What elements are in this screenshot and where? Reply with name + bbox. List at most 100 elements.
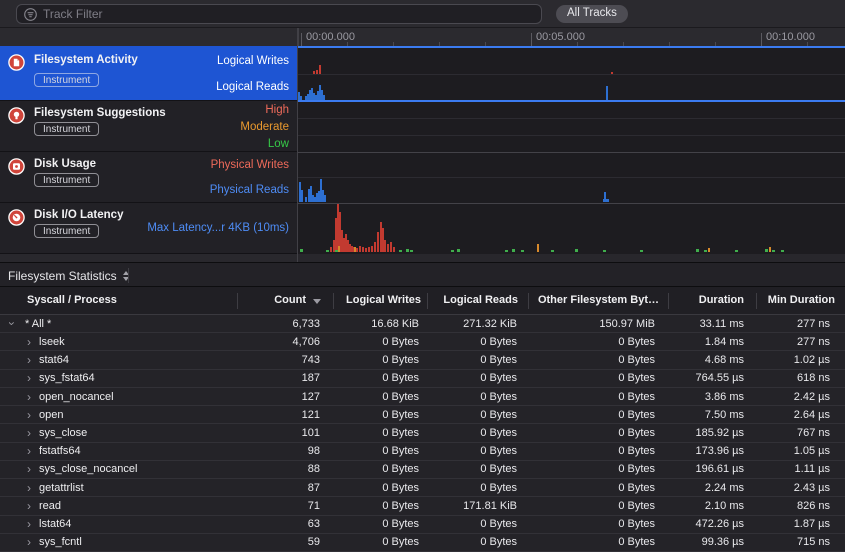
cell-value: 0 Bytes [618, 463, 655, 475]
disclosure-collapsed-icon[interactable]: › [27, 410, 31, 420]
table-row-sys-fcntl[interactable]: ›sys_fcntl590 Bytes0 Bytes0 Bytes99.36 µ… [0, 534, 845, 552]
track-graph-area[interactable] [298, 46, 845, 262]
graph-bar [406, 249, 409, 252]
lane-label-high: High [265, 104, 289, 116]
table-row-open-nocancel[interactable]: ›open_nocancel1270 Bytes0 Bytes0 Bytes3.… [0, 388, 845, 406]
disclosure-collapsed-icon[interactable]: › [27, 428, 31, 438]
timeline-ruler[interactable]: 00:00.00000:05.00000:10.000 [0, 28, 845, 46]
detail-toolbar: Filesystem Statistics [0, 262, 845, 287]
graph-bar [356, 248, 358, 252]
cell-value: 743 [302, 354, 320, 366]
instrument-badge: Instrument [34, 224, 99, 238]
graph-bar [338, 246, 340, 252]
cell-value: 0 Bytes [480, 354, 517, 366]
track-filter-field[interactable] [16, 4, 542, 24]
cell-value: 0 Bytes [382, 372, 419, 384]
table-row-lstat64[interactable]: ›lstat64630 Bytes0 Bytes0 Bytes472.26 µs… [0, 516, 845, 534]
column-header-min-duration[interactable]: Min Duration [768, 294, 835, 306]
cell-value: 0 Bytes [618, 445, 655, 457]
column-header-logical-writes[interactable]: Logical Writes [346, 294, 421, 306]
disclosure-collapsed-icon[interactable]: › [27, 446, 31, 456]
graph-bar [765, 249, 768, 252]
latency-icon[interactable] [8, 209, 25, 226]
disclosure-expanded-icon[interactable]: › [7, 321, 17, 325]
disclosure-collapsed-icon[interactable]: › [27, 501, 31, 511]
cell-value: 764.55 µs [695, 372, 744, 384]
table-row-sys-close[interactable]: ›sys_close1010 Bytes0 Bytes0 Bytes185.92… [0, 424, 845, 442]
table-row--all-[interactable]: ›* All *6,73316.68 KiB271.32 KiB150.97 M… [0, 315, 845, 333]
sort-descending-icon[interactable] [313, 299, 321, 304]
cell-value: 33.11 ms [700, 318, 744, 330]
table-row-getattrlist[interactable]: ›getattrlist870 Bytes0 Bytes0 Bytes2.24 … [0, 479, 845, 497]
syscall-name: sys_close [39, 427, 87, 439]
column-header-count[interactable]: Count [274, 294, 306, 306]
cell-value: 0 Bytes [480, 427, 517, 439]
track-title: Filesystem Suggestions [34, 107, 166, 119]
syscall-name: read [39, 500, 61, 512]
lane-label-moderate: Moderate [240, 121, 289, 133]
graph-bar [368, 247, 370, 252]
graph-bar [399, 250, 402, 252]
disclosure-collapsed-icon[interactable]: › [27, 519, 31, 529]
graph-bar [457, 249, 460, 252]
filesystem-activity-icon[interactable] [8, 54, 25, 71]
track-header-disk-usage[interactable]: Disk UsageInstrumentPhysical WritesPhysi… [0, 152, 297, 203]
graph-bar [604, 192, 606, 202]
track-header-filesystem-suggestions[interactable]: Filesystem SuggestionsInstrumentHighMode… [0, 101, 297, 152]
syscall-name: lstat64 [39, 518, 71, 530]
table-row-sys-fstat64[interactable]: ›sys_fstat641870 Bytes0 Bytes0 Bytes764.… [0, 370, 845, 388]
graph-bar [551, 250, 554, 252]
disclosure-collapsed-icon[interactable]: › [27, 373, 31, 383]
all-tracks-button[interactable]: All Tracks [556, 5, 628, 23]
cell-value: 196.61 µs [695, 463, 744, 475]
column-header-logical-reads[interactable]: Logical Reads [443, 294, 518, 306]
syscall-name: lseek [39, 336, 65, 348]
table-row-sys-close-nocancel[interactable]: ›sys_close_nocancel880 Bytes0 Bytes0 Byt… [0, 461, 845, 479]
track-title: Disk I/O Latency [34, 209, 123, 221]
cell-value: 0 Bytes [382, 482, 419, 494]
disk-usage-icon[interactable] [8, 158, 25, 175]
graph-bar [611, 72, 613, 74]
disclosure-collapsed-icon[interactable]: › [27, 337, 31, 347]
graph-bar [512, 249, 515, 252]
cell-value: 127 [302, 391, 320, 403]
disclosure-collapsed-icon[interactable]: › [27, 483, 31, 493]
column-header-duration[interactable]: Duration [699, 294, 744, 306]
disclosure-collapsed-icon[interactable]: › [27, 355, 31, 365]
graph-bar [316, 70, 318, 74]
cell-value: 4,706 [292, 336, 320, 348]
column-header-other-filesystem-byt-[interactable]: Other Filesystem Byt… [538, 294, 659, 306]
column-header-syscall-process[interactable]: Syscall / Process [27, 294, 117, 306]
table-row-fstatfs64[interactable]: ›fstatfs64980 Bytes0 Bytes0 Bytes173.96 … [0, 443, 845, 461]
graph-bar [326, 250, 329, 252]
cell-value: 0 Bytes [382, 409, 419, 421]
table-row-stat64[interactable]: ›stat647430 Bytes0 Bytes0 Bytes4.68 ms1.… [0, 351, 845, 369]
statistics-view-selector[interactable]: Filesystem Statistics [8, 267, 129, 284]
graph-bar [393, 247, 395, 252]
disclosure-collapsed-icon[interactable]: › [27, 537, 31, 547]
table-row-read[interactable]: ›read710 Bytes171.81 KiB0 Bytes2.10 ms82… [0, 497, 845, 515]
cell-value: 2.42 µs [794, 391, 830, 403]
syscall-name: getattrlist [39, 482, 84, 494]
cell-value: 618 ns [797, 372, 830, 384]
cell-value: 0 Bytes [618, 391, 655, 403]
track-header-filesystem-activity[interactable]: Filesystem ActivityInstrumentLogical Wri… [0, 46, 297, 101]
graph-bar [769, 247, 771, 252]
table-row-lseek[interactable]: ›lseek4,7060 Bytes0 Bytes0 Bytes1.84 ms2… [0, 333, 845, 351]
cell-value: 277 ns [797, 336, 830, 348]
graph-bar [305, 197, 307, 202]
cell-value: 1.05 µs [794, 445, 830, 457]
cell-value: 0 Bytes [618, 354, 655, 366]
cell-value: 187 [302, 372, 320, 384]
graph-bar [640, 250, 643, 252]
track-header-disk-i-o-latency[interactable]: Disk I/O LatencyInstrumentMax Latency...… [0, 203, 297, 254]
disclosure-collapsed-icon[interactable]: › [27, 464, 31, 474]
suggestions-icon[interactable] [8, 107, 25, 124]
timeline-ruler-scale: 00:00.00000:05.00000:10.000 [298, 28, 845, 46]
syscall-name: sys_fcntl [39, 536, 82, 548]
track-filter-input[interactable] [43, 7, 534, 21]
cell-value: 88 [308, 463, 320, 475]
disclosure-collapsed-icon[interactable]: › [27, 392, 31, 402]
syscall-name: fstatfs64 [39, 445, 81, 457]
table-row-open[interactable]: ›open1210 Bytes0 Bytes0 Bytes7.50 ms2.64… [0, 406, 845, 424]
